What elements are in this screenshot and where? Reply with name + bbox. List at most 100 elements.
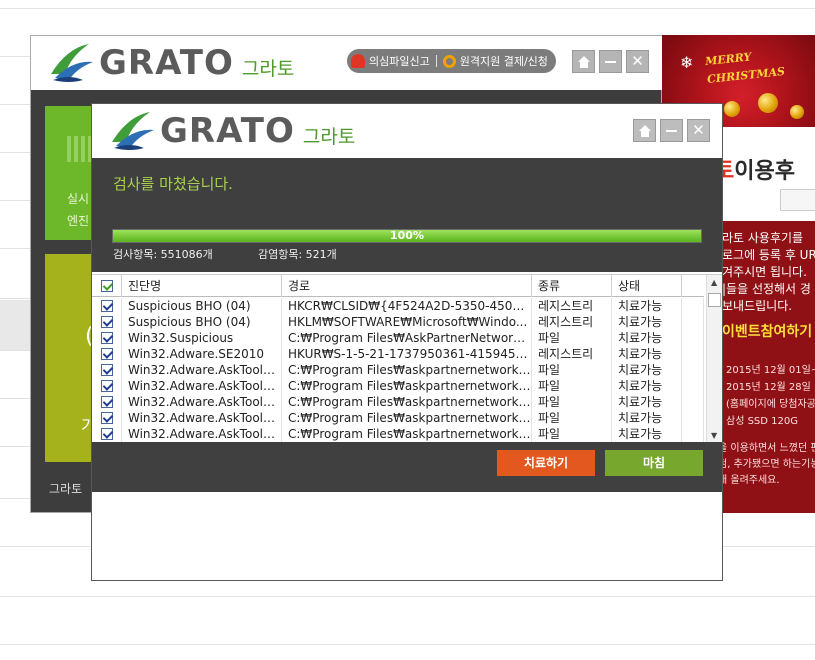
checkbox-icon xyxy=(100,380,113,392)
ad-line: 겨주시면 됩니다. xyxy=(722,265,807,279)
select-all-checkbox[interactable] xyxy=(92,275,122,297)
scrollbar-thumb[interactable] xyxy=(708,293,721,307)
cell-name: Suspicious BHO (04) xyxy=(122,298,282,314)
checkbox-icon xyxy=(100,300,113,312)
logo-korean-text: 그라토 xyxy=(302,125,356,148)
cell-name: Win32.Suspicious xyxy=(122,330,282,346)
cell-path: C:₩Program Files₩askpartnernetwork₩... xyxy=(282,378,532,394)
footer-text: 그라토 xyxy=(49,482,83,496)
remote-support-icon xyxy=(442,54,456,68)
close-button[interactable]: ✕ xyxy=(626,50,649,73)
cell-spacer xyxy=(682,346,704,362)
cell-type: 파일 xyxy=(532,394,612,410)
checkbox-icon xyxy=(100,316,113,328)
scroll-down-icon[interactable]: ▼ xyxy=(711,431,717,440)
ad-line: |들을 선정해서 경 xyxy=(722,282,811,296)
scan-count: 검사항목: 551086개 xyxy=(113,248,213,261)
grato-logo: GRATO 그라토 xyxy=(49,40,294,86)
ad-detail: 점, 추가됐으면 하는기능 xyxy=(718,459,815,470)
infected-count: 감염항목: 521개 xyxy=(258,248,337,261)
table-row[interactable]: Win32.Suspicious C:₩Program Files₩AskPart… xyxy=(92,330,704,346)
table-row[interactable]: Suspicious BHO (04) HKCR₩CLSID₩{4F524A2D-… xyxy=(92,298,704,314)
table-row[interactable]: Win32.Adware.AskToolbar C:₩Program Files₩… xyxy=(92,410,704,426)
result-table: 진단명 경로 종류 상태 Suspicious BHO (04) HKCR₩CLS… xyxy=(92,274,722,443)
banner-title: 토이용후 xyxy=(714,153,795,185)
ad-detail: 삼성 SSD 120G xyxy=(726,416,798,427)
table-row[interactable]: Suspicious BHO (04) HKLM₩SOFTWARE₩Microso… xyxy=(92,314,704,330)
cell-type: 파일 xyxy=(532,410,612,426)
cell-name: Suspicious BHO (04) xyxy=(122,314,282,330)
cell-status: 치료가능 xyxy=(612,298,682,314)
cell-status: 치료가능 xyxy=(612,426,682,442)
cell-status: 치료가능 xyxy=(612,394,682,410)
logo-swoosh-icon xyxy=(51,44,93,82)
checkbox-icon xyxy=(100,280,113,292)
row-checkbox[interactable] xyxy=(92,362,122,378)
toolbar-divider xyxy=(435,55,437,67)
row-checkbox[interactable] xyxy=(92,394,122,410)
ad-detail: 을 이용하면서 느꼈던 편 xyxy=(718,443,815,454)
table-row[interactable]: Win32.Adware.SE2010 HKUR₩S-1-5-21-1737950… xyxy=(92,346,704,362)
header-path[interactable]: 경로 xyxy=(282,275,532,297)
minimize-icon xyxy=(666,129,677,132)
cell-status: 치료가능 xyxy=(612,346,682,362)
table-row[interactable]: Win32.Adware.AskToolbar C:₩Program Files₩… xyxy=(92,426,704,442)
minimize-button[interactable] xyxy=(660,119,683,142)
cell-spacer xyxy=(682,298,704,314)
done-button[interactable]: 마침 xyxy=(605,450,703,476)
row-checkbox[interactable] xyxy=(92,298,122,314)
ornament-icon xyxy=(790,105,804,119)
row-checkbox[interactable] xyxy=(92,426,122,442)
remote-support-link[interactable]: 원격지원 결제/신청 xyxy=(460,53,548,69)
header-name[interactable]: 진단명 xyxy=(122,275,282,297)
cell-spacer xyxy=(682,394,704,410)
ad-detail: 해 올려주세요. xyxy=(718,475,780,486)
ad-line: 보내드립니다. xyxy=(722,299,793,313)
cell-status: 치료가능 xyxy=(612,362,682,378)
cell-path: C:₩Program Files₩askpartnernetwork₩... xyxy=(282,426,532,442)
cell-type: 레지스트리 xyxy=(532,346,612,362)
header-status[interactable]: 상태 xyxy=(612,275,682,297)
ad-detail: 2015년 12월 28일 xyxy=(726,382,811,393)
cell-spacer xyxy=(682,426,704,442)
cell-spacer xyxy=(682,378,704,394)
row-checkbox[interactable] xyxy=(92,410,122,426)
scan-complete-title: 검사를 마쳤습니다. xyxy=(113,175,233,193)
logo-text: GRATO xyxy=(160,111,295,151)
table-row[interactable]: Win32.Adware.AskToolbar C:₩Program Files₩… xyxy=(92,394,704,410)
dialog-window-controls: ✕ xyxy=(633,119,710,142)
table-row[interactable]: Win32.Adware.AskToolbar C:₩Program Files₩… xyxy=(92,362,704,378)
cell-status: 치료가능 xyxy=(612,410,682,426)
row-checkbox[interactable] xyxy=(92,314,122,330)
cell-spacer xyxy=(682,330,704,346)
cell-path: C:₩Program Files₩askpartnernetwork₩... xyxy=(282,362,532,378)
minimize-button[interactable] xyxy=(599,50,622,73)
product-box-image xyxy=(780,189,815,211)
treat-button[interactable]: 치료하기 xyxy=(497,450,595,476)
cell-spacer xyxy=(682,362,704,378)
cell-type: 파일 xyxy=(532,426,612,442)
table-scrollbar[interactable]: ▲ ▼ xyxy=(706,275,722,443)
row-checkbox[interactable] xyxy=(92,378,122,394)
ornament-icon xyxy=(724,101,740,117)
snowflake-icon: ❄ xyxy=(680,53,694,72)
close-button[interactable]: ✕ xyxy=(687,119,710,142)
row-checkbox[interactable] xyxy=(92,346,122,362)
report-file-link[interactable]: 의심파일신고 xyxy=(369,53,430,69)
ad-detail: 2015년 12월 01일~12 xyxy=(726,365,815,376)
scan-result-dialog: GRATO 그라토 ✕ 검사를 마쳤습니다. 100% 검사항목: 551086… xyxy=(91,103,723,581)
cell-name: Win32.Adware.SE2010 xyxy=(122,346,282,362)
logo-text: GRATO xyxy=(99,43,234,83)
cell-name: Win32.Adware.AskToolbar xyxy=(122,362,282,378)
row-checkbox[interactable] xyxy=(92,330,122,346)
header-type[interactable]: 종류 xyxy=(532,275,612,297)
table-row[interactable]: Win32.Adware.AskToolbar C:₩Program Files₩… xyxy=(92,378,704,394)
home-button[interactable] xyxy=(633,119,656,142)
home-button[interactable] xyxy=(572,50,595,73)
event-join-link[interactable]: 이벤트참여하기 xyxy=(722,321,812,341)
scroll-up-icon[interactable]: ▲ xyxy=(711,278,717,287)
ornament-icon xyxy=(758,93,778,113)
minimize-icon xyxy=(605,60,616,63)
checkbox-icon xyxy=(100,396,113,408)
table-body: Suspicious BHO (04) HKCR₩CLSID₩{4F524A2D-… xyxy=(92,298,704,442)
